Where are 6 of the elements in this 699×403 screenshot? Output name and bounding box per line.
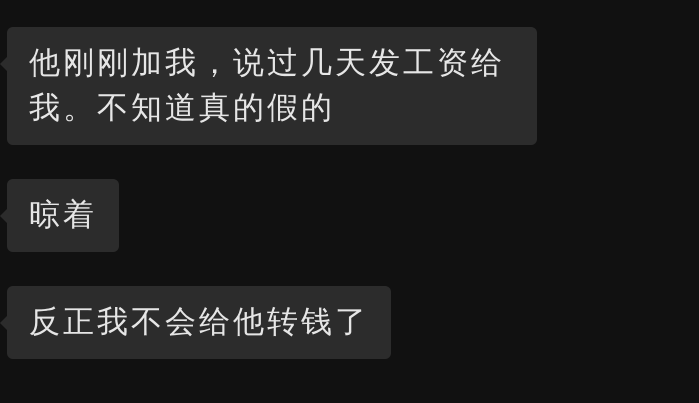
message-bubble: 他刚刚加我，说过几天发工资给我。不知道真的假的 [7,27,537,145]
message-bubble: 晾着 [7,179,119,252]
message-bubble: 反正我不会给他转钱了 [7,286,391,359]
bubble-tail-icon [0,57,7,71]
bubble-tail-icon [0,316,7,330]
bubble-tail-icon [0,209,7,223]
